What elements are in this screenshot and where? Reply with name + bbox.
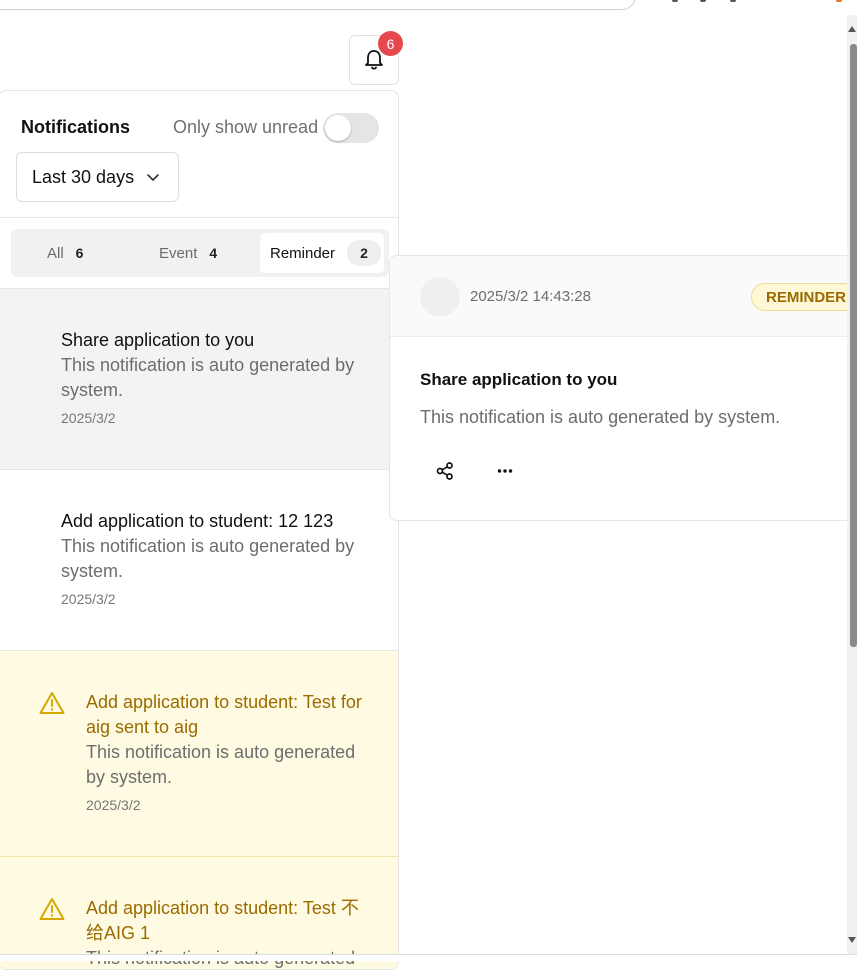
panel-title: Notifications	[21, 117, 131, 137]
divider	[0, 217, 398, 218]
date-range-value: Last 30 days	[32, 166, 135, 187]
more-options-button[interactable]	[490, 456, 520, 486]
notification-item[interactable]: Share application to you This notificati…	[0, 289, 398, 470]
tab-count: 4	[209, 245, 218, 261]
only-unread-toggle[interactable]	[323, 113, 379, 143]
notification-title: Add application to student: Test for	[86, 692, 362, 712]
toggle-knob	[325, 115, 351, 141]
scroll-down-arrow-icon[interactable]	[848, 937, 856, 943]
chevron-down-icon	[147, 174, 159, 181]
notification-date: 2025/3/2	[61, 591, 116, 607]
scroll-up-arrow-icon[interactable]	[848, 26, 856, 32]
notification-desc: system.	[61, 561, 124, 581]
bell-count-badge: 6	[378, 31, 403, 56]
notification-date: 2025/3/2	[86, 797, 141, 813]
tab-event[interactable]: Event 4	[159, 233, 259, 273]
notification-desc: This notification is auto generated	[86, 742, 356, 762]
toolbar-mark	[700, 0, 706, 2]
detail-description: This notification is auto generated by s…	[420, 407, 781, 427]
notifications-panel: Notifications Only show unread Last 30 d…	[0, 90, 399, 970]
warning-icon	[39, 898, 65, 920]
browser-top-strip	[0, 0, 857, 16]
reminder-badge: REMINDER	[751, 283, 857, 311]
tab-label: All	[47, 244, 64, 262]
notification-title: Add application to student: Test 不	[86, 898, 359, 918]
notification-desc: This notification is auto generated by	[61, 536, 355, 556]
more-horizontal-icon	[497, 469, 513, 473]
scrollbar-thumb[interactable]	[850, 44, 857, 647]
notification-desc: system.	[61, 380, 124, 400]
tab-count: 6	[75, 245, 84, 261]
notification-detail-card: 2025/3/2 14:43:28 REMINDER Share applica…	[389, 255, 857, 521]
notification-item-warning[interactable]: Add application to student: Test for aig…	[0, 651, 398, 857]
tab-label: Reminder	[270, 244, 336, 262]
detail-timestamp: 2025/3/2 14:43:28	[470, 288, 591, 305]
notification-title: Add application to student: 12 123	[61, 511, 334, 531]
toolbar-mark	[730, 0, 736, 2]
detail-title: Share application to you	[420, 370, 618, 389]
notification-desc: by system.	[86, 767, 173, 787]
share-icon	[436, 462, 453, 480]
toolbar-mark	[672, 0, 678, 2]
notification-desc: This notification is auto generated by	[61, 355, 355, 375]
tab-count: 2	[347, 240, 382, 266]
warning-icon	[39, 692, 65, 714]
notification-title: 给AIG 1	[86, 923, 151, 943]
notification-item[interactable]: Add application to student: 12 123 This …	[0, 470, 398, 651]
avatar	[420, 277, 460, 317]
tab-label: Event	[159, 244, 198, 262]
notification-title: aig sent to aig	[86, 717, 199, 737]
window-bottom-edge	[0, 954, 857, 961]
tab-reminder[interactable]: Reminder 2	[260, 233, 384, 273]
only-unread-label: Only show unread	[173, 117, 319, 137]
extension-icon	[836, 0, 842, 2]
notification-date: 2025/3/2	[61, 410, 116, 426]
notification-title: Share application to you	[61, 330, 255, 350]
tab-all[interactable]: All 6	[47, 233, 137, 273]
date-range-select[interactable]: Last 30 days	[16, 152, 179, 202]
notification-tabs: All 6 Event 4 Reminder 2	[11, 229, 389, 277]
share-button[interactable]	[430, 456, 460, 486]
detail-header: 2025/3/2 14:43:28 REMINDER	[390, 256, 857, 337]
address-bar-edge	[0, 0, 636, 10]
